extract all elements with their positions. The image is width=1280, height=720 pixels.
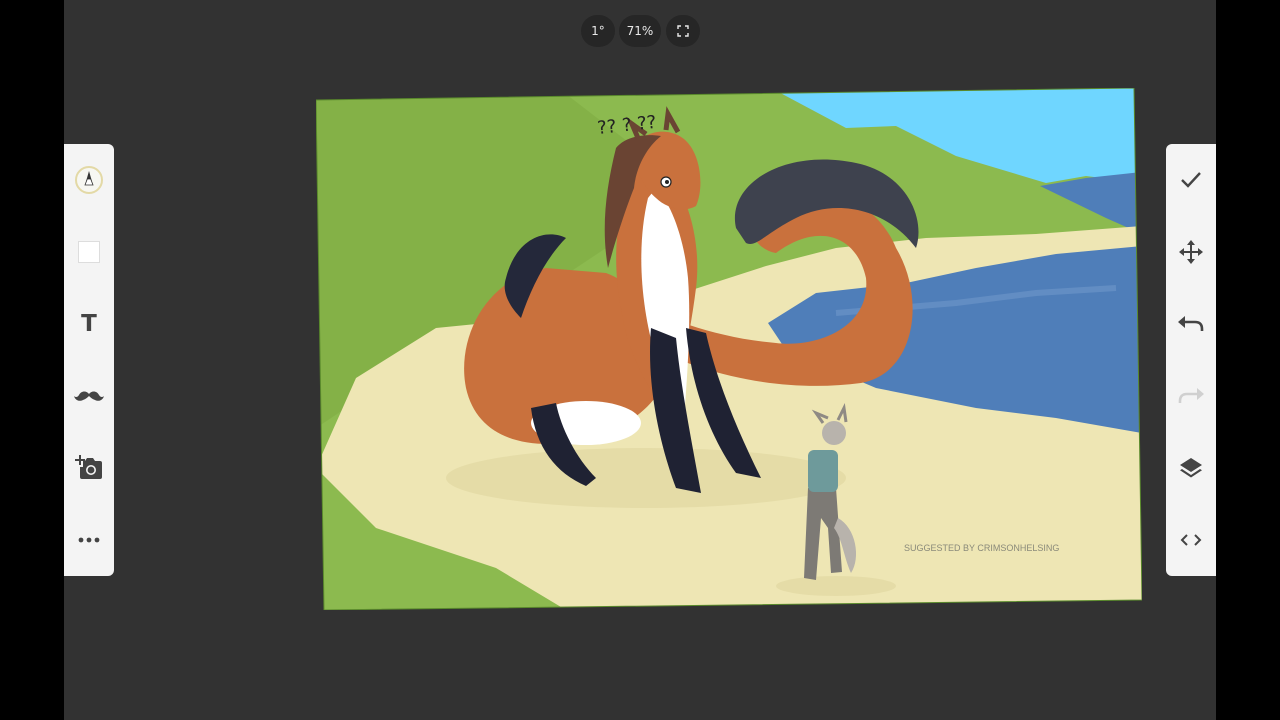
layers-icon [1180, 458, 1202, 478]
layers-button[interactable] [1166, 443, 1216, 493]
confirm-button[interactable] [1166, 155, 1216, 205]
dragon-pupil [665, 180, 669, 184]
add-photo-button[interactable] [64, 443, 114, 493]
check-icon [1181, 172, 1201, 188]
rotation-indicator[interactable]: 1° [581, 15, 615, 47]
color-swatch-button[interactable] [64, 227, 114, 277]
redo-icon [1178, 388, 1204, 403]
undo-icon [1178, 316, 1204, 331]
more-icon [78, 537, 100, 543]
brush-tool-button[interactable] [64, 155, 114, 205]
text-tool-button[interactable]: T [64, 299, 114, 349]
code-icon [1180, 534, 1202, 546]
camera-add-icon [75, 455, 102, 479]
left-toolbar: T [64, 144, 114, 576]
workspace: 1° 71% T ?? ? ?? SUGGESTED BY CRIMSONHEL… [64, 0, 1216, 720]
text-icon: T [81, 311, 97, 337]
mustache-icon [74, 391, 104, 401]
redo-button[interactable] [1166, 371, 1216, 421]
sand-shadow [446, 448, 846, 508]
figure-head [822, 421, 846, 445]
mustache-tool-button[interactable] [64, 371, 114, 421]
move-button[interactable] [1166, 227, 1216, 277]
figure-shirt [808, 450, 838, 492]
fullscreen-icon [677, 25, 689, 37]
sand-shadow [776, 576, 896, 596]
color-swatch-icon [78, 241, 100, 263]
brush-icon [75, 166, 103, 194]
drawing-canvas[interactable]: ?? ? ?? SUGGESTED BY CRIMSONHELSING [316, 88, 1142, 610]
right-toolbar [1166, 144, 1216, 576]
artist-signature: SUGGESTED BY CRIMSONHELSING [904, 543, 1059, 553]
fullscreen-button[interactable] [666, 15, 700, 47]
undo-button[interactable] [1166, 299, 1216, 349]
zoom-indicator[interactable]: 71% [619, 15, 661, 47]
code-button[interactable] [1166, 515, 1216, 565]
move-icon [1179, 240, 1203, 264]
more-button[interactable] [64, 515, 114, 565]
